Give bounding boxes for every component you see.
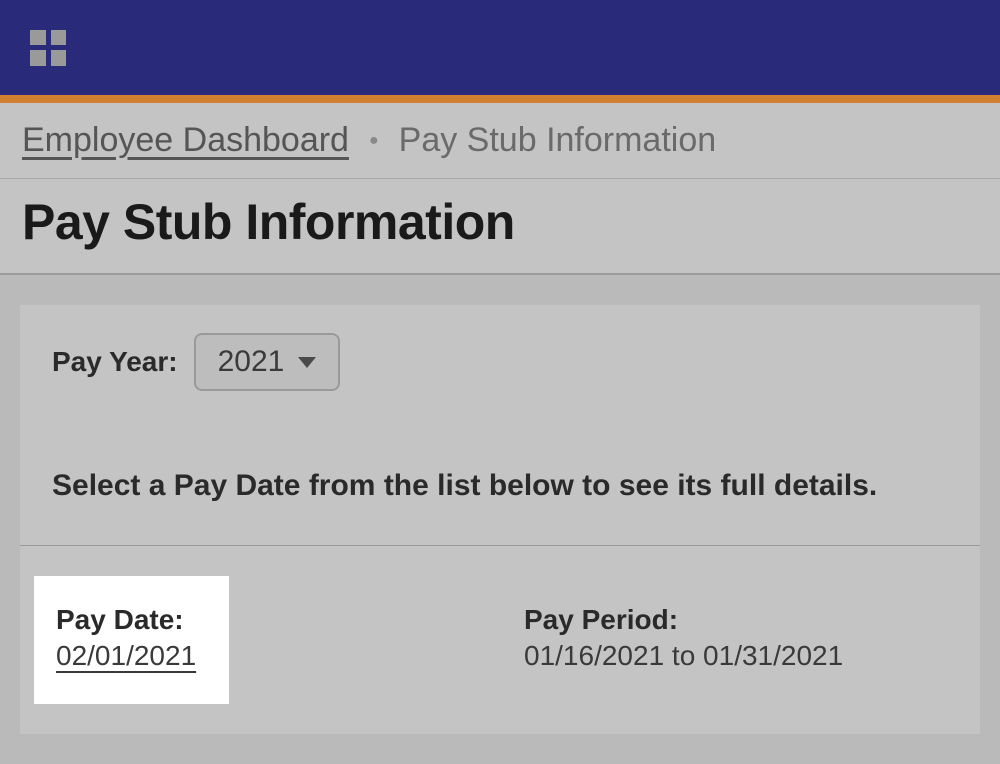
pay-date-link[interactable]: 02/01/2021 xyxy=(56,640,196,671)
instruction-text: Select a Pay Date from the list below to… xyxy=(52,469,948,503)
breadcrumb-current: Pay Stub Information xyxy=(399,121,717,160)
pay-stub-row: Pay Date: 02/01/2021 Pay Period: 01/16/2… xyxy=(52,546,948,734)
pay-date-label: Pay Date: xyxy=(56,604,199,636)
pay-date-cell: Pay Date: 02/01/2021 xyxy=(34,576,229,704)
pay-year-select[interactable]: 2021 xyxy=(194,333,341,391)
breadcrumb-separator-icon: ● xyxy=(369,132,379,150)
apps-grid-icon[interactable] xyxy=(30,30,66,66)
pay-period-value: 01/16/2021 to 01/31/2021 xyxy=(524,640,843,672)
pay-year-row: Pay Year: 2021 xyxy=(52,333,948,391)
top-nav xyxy=(0,0,1000,95)
content-area: Pay Year: 2021 Select a Pay Date from th… xyxy=(0,275,1000,764)
pay-year-label: Pay Year: xyxy=(52,346,178,378)
caret-down-icon xyxy=(298,357,316,368)
pay-period-cell: Pay Period: 01/16/2021 to 01/31/2021 xyxy=(229,584,843,696)
page-title-bar: Pay Stub Information xyxy=(0,179,1000,275)
pay-stub-card: Pay Year: 2021 Select a Pay Date from th… xyxy=(20,305,980,734)
accent-bar xyxy=(0,95,1000,103)
pay-year-selected-value: 2021 xyxy=(218,345,285,379)
page-title: Pay Stub Information xyxy=(22,193,978,251)
breadcrumb: Employee Dashboard ● Pay Stub Informatio… xyxy=(0,103,1000,179)
pay-period-label: Pay Period: xyxy=(524,604,843,636)
breadcrumb-link-dashboard[interactable]: Employee Dashboard xyxy=(22,121,349,160)
